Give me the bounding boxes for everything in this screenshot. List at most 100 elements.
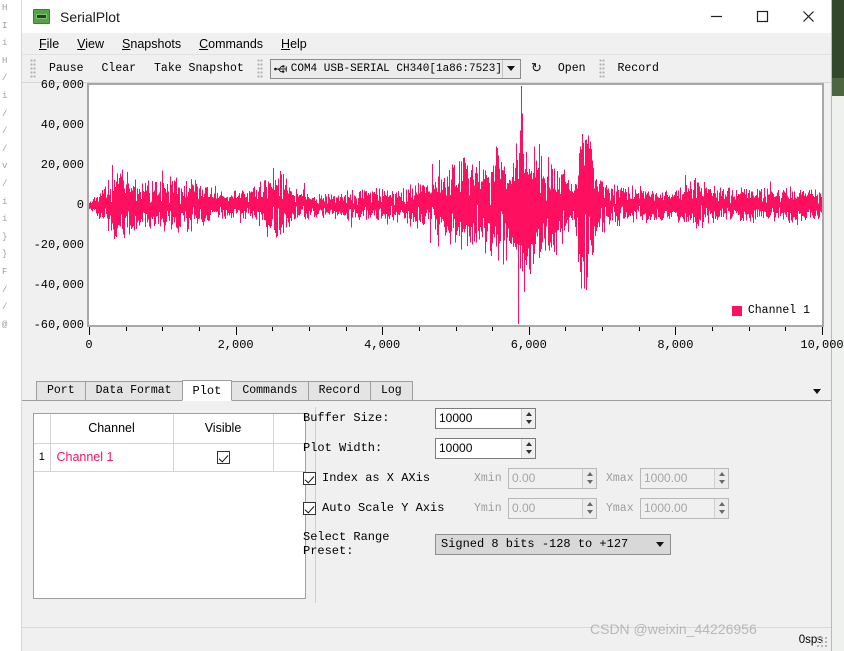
y-tick-label: -60,000 [33,318,84,332]
waveform-plot [89,85,822,325]
title-bar: SerialPlot [22,0,831,33]
x-tick-major [528,327,530,335]
xmax-label: Xmax [606,471,634,485]
spin-up-icon [525,441,532,446]
xmin-stepper[interactable] [508,467,597,489]
x-tick-minor [638,327,640,331]
port-select[interactable]: COM4 USB-SERIAL CH340[1a86:7523] [269,58,521,79]
ymin-spin-buttons[interactable] [582,498,596,518]
buffer-size-row: Buffer Size: [303,407,823,429]
toolbar-grip[interactable] [30,58,36,79]
resize-grip-icon[interactable] [817,637,829,649]
index-as-x-row: Index as X AXis Xmin Xmax [303,467,823,489]
plot-width-input[interactable] [436,438,522,458]
take-snapshot-button[interactable]: Take Snapshot [145,59,253,78]
ymin-input[interactable] [509,498,583,518]
y-tick-label: -40,000 [33,278,84,292]
table-row[interactable]: 1 Channel 1 [34,443,305,472]
channel-name-cell[interactable]: Channel 1 [50,443,174,472]
row-filler-cell [273,443,305,472]
x-tick-major [235,327,237,335]
tab-log[interactable]: Log [369,381,413,400]
x-tick-minor [272,327,274,331]
index-as-x-checkbox[interactable] [303,471,316,485]
plot-width-spin-buttons[interactable] [521,438,535,458]
visible-column-header[interactable]: Visible [173,414,274,444]
x-tick-label: 4,000 [364,338,401,352]
plot-settings-form: Buffer Size: Plot Width: Index as X AXis… [303,407,823,563]
auto-scale-y-label: Auto Scale Y Axis [322,501,445,515]
ymax-stepper[interactable] [640,497,729,519]
reload-icon[interactable]: ↻ [524,59,549,78]
waveform-path [89,85,822,325]
tab-port[interactable]: Port [36,381,86,400]
menu-item-snapshots[interactable]: Snapshots [113,35,190,53]
menu-item-file[interactable]: File [30,35,68,53]
background-green-strip-lower [832,78,844,96]
toolbar-grip-3[interactable] [598,58,605,79]
spin-up-icon [586,471,593,476]
visible-checkbox[interactable] [216,451,230,465]
minimize-icon[interactable] [693,0,739,33]
clear-button[interactable]: Clear [93,59,146,78]
usb-icon [273,64,287,73]
x-tick-label: 8,000 [657,338,694,352]
y-tick-label: 0 [76,198,84,212]
x-tick-major [89,327,90,335]
x-tick-minor [198,327,200,331]
chevron-down-icon[interactable] [501,59,520,78]
toolbar-grip-2[interactable] [256,58,263,79]
ymax-spin-buttons[interactable] [714,498,728,518]
channel-visible-cell[interactable] [173,443,274,472]
channel-list-panel: Channel Visible 1 Channel 1 [33,413,306,599]
x-tick-minor [602,327,604,331]
menu-label-help-rest: elp [290,36,307,51]
close-icon[interactable] [785,0,831,33]
auto-scale-y-checkbox[interactable] [303,501,316,515]
index-as-x-label: Index as X AXis [322,471,431,485]
menu-item-view[interactable]: View [68,35,113,53]
spin-up-icon [718,501,725,506]
menu-item-commands[interactable]: Commands [190,35,272,53]
open-port-button[interactable]: Open [549,59,595,78]
window-controls [693,0,831,33]
xmin-spin-buttons[interactable] [582,468,596,488]
spin-down-icon [525,450,532,455]
range-preset-chevron-down-icon[interactable] [650,541,670,547]
menu-label-file-rest: ile [46,36,60,51]
range-preset-select[interactable]: Signed 8 bits -128 to +127 [435,533,671,555]
channel-column-header[interactable]: Channel [50,414,174,444]
xmax-spin-buttons[interactable] [714,468,728,488]
tab-record[interactable]: Record [307,381,371,400]
plot-width-stepper[interactable] [435,437,536,459]
ymin-stepper[interactable] [508,497,597,519]
buffer-size-stepper[interactable] [435,407,536,429]
menu-item-help[interactable]: Help [272,35,316,53]
tab-plot[interactable]: Plot [181,380,233,401]
tab-data-format[interactable]: Data Format [84,381,183,400]
tab-overflow-chevron-down-icon[interactable] [811,385,823,397]
channel-table: Channel Visible 1 Channel 1 [34,414,305,472]
xmin-label: Xmin [474,471,502,485]
buffer-size-input[interactable] [436,408,522,428]
xmax-input[interactable] [641,468,715,488]
spin-up-icon [586,501,593,506]
plot-width-label: Plot Width: [303,441,383,455]
xmax-stepper[interactable] [640,467,729,489]
xmin-input[interactable] [509,468,583,488]
background-green-strip [832,0,844,78]
plot-frame[interactable]: Channel 1 [87,83,824,327]
ymin-label: Ymin [474,501,502,515]
serialplot-icon [33,9,50,24]
ymax-input[interactable] [641,498,715,518]
x-tick-minor [345,327,347,331]
menu-bar: File View Snapshots Commands Help [22,33,831,55]
x-tick-major [675,327,677,335]
maximize-icon[interactable] [739,0,785,33]
tab-commands[interactable]: Commands [231,381,309,400]
buffer-size-spin-buttons[interactable] [521,408,535,428]
plot-tab-panel: Channel Visible 1 Channel 1 Buffer Size:… [22,401,831,627]
record-button[interactable]: Record [609,59,668,78]
pause-button[interactable]: Pause [40,59,93,78]
x-tick-major [822,327,823,335]
